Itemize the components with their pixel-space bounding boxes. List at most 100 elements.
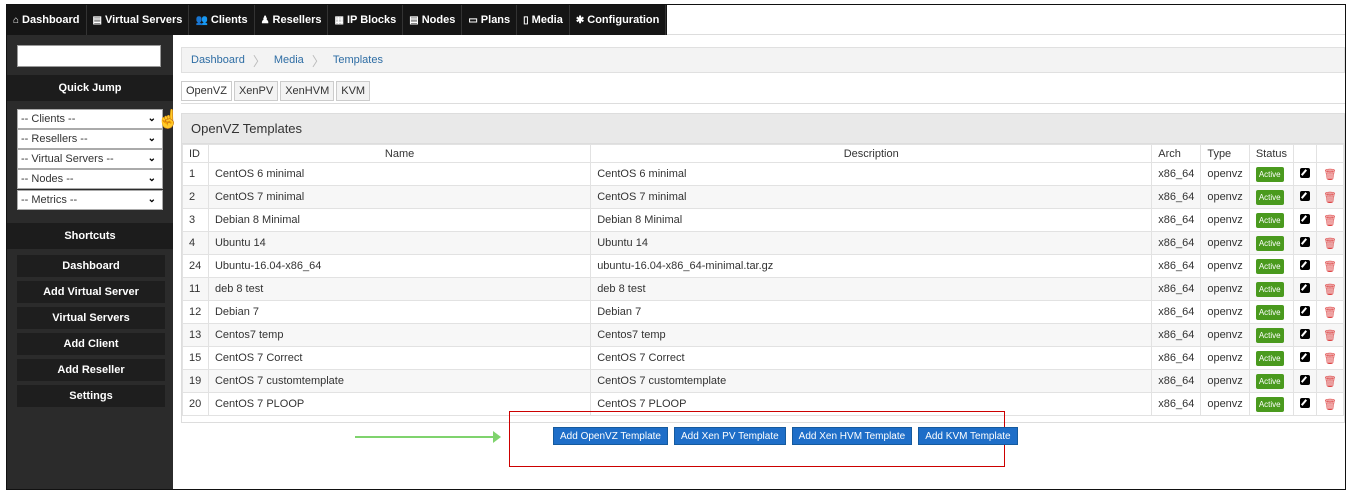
trash-icon[interactable]: 🗑: [1323, 261, 1337, 273]
trash-icon[interactable]: 🗑: [1323, 330, 1337, 342]
nav-plans[interactable]: ▭ Plans: [462, 5, 518, 35]
cell-edit: [1293, 277, 1317, 301]
tab-xenpv[interactable]: XenPV: [233, 81, 279, 101]
edit-icon[interactable]: [1300, 213, 1310, 224]
nav-label: Configuration: [587, 14, 660, 26]
quick-jump-select[interactable]: -- Virtual Servers -- ⌄: [17, 149, 163, 169]
search-input[interactable]: [17, 45, 161, 67]
trash-icon[interactable]: 🗑: [1323, 192, 1337, 204]
table-row: 3 Debian 8 Minimal Debian 8 Minimal x86_64 o…: [182, 208, 1344, 232]
shortcut-add-reseller-button[interactable]: Add Reseller: [17, 359, 165, 381]
nav-resellers[interactable]: ♟ Resellers: [255, 5, 329, 35]
nav-label: Plans: [480, 14, 511, 26]
nav-ip-blocks[interactable]: ▦ IP Blocks: [328, 5, 404, 35]
quick-jump-select[interactable]: -- Clients -- ⌄: [17, 109, 163, 129]
table-row: 11 deb 8 test deb 8 test x86_64 openvz Active…: [182, 277, 1344, 301]
nav-dashboard[interactable]: ⌂ Dashboard: [7, 5, 87, 35]
templates-panel: OpenVZ Templates ID Name Description Arc…: [181, 113, 1345, 423]
nav-configuration[interactable]: ✱ Configuration: [570, 5, 667, 35]
trash-icon[interactable]: 🗑: [1323, 307, 1337, 319]
quick-jump-select[interactable]: -- Nodes -- ⌄: [17, 169, 163, 189]
nav-nodes[interactable]: ▤ Nodes: [403, 5, 463, 35]
nav-media[interactable]: ▯ Media: [517, 5, 570, 35]
trash-icon[interactable]: 🗑: [1323, 399, 1337, 411]
cell-arch: x86_64: [1151, 300, 1202, 324]
breadcrumb-dashboard[interactable]: Dashboard: [191, 54, 245, 66]
edit-icon[interactable]: [1300, 282, 1310, 293]
add-xen-pv-template-button[interactable]: Add Xen PV Template: [674, 427, 786, 445]
shortcut-add-client-button[interactable]: Add Client: [17, 333, 165, 355]
trash-icon[interactable]: 🗑: [1323, 215, 1337, 227]
nav-clients[interactable]: 👥 Clients: [189, 5, 255, 35]
cell-name: Debian 8 Minimal: [207, 208, 592, 232]
table-row: 13 Centos7 temp Centos7 temp x86_64 openvz Ac…: [182, 323, 1344, 347]
cell-description: deb 8 test: [590, 277, 1153, 301]
quick-jump-heading: Quick Jump: [7, 75, 173, 101]
quick-jump-select[interactable]: -- Resellers -- ⌄: [17, 129, 163, 149]
edit-icon[interactable]: [1300, 351, 1310, 362]
cell-name: Centos7 temp: [207, 323, 592, 347]
tab-kvm[interactable]: KVM: [336, 81, 371, 101]
edit-icon[interactable]: [1300, 259, 1310, 270]
cell-arch: x86_64: [1151, 162, 1202, 186]
trash-icon[interactable]: 🗑: [1323, 376, 1337, 388]
tab-divider: [181, 103, 1345, 104]
shortcut-settings-button[interactable]: Settings: [17, 385, 165, 407]
cell-id: 24: [182, 254, 209, 278]
cell-description: ubuntu-16.04-x86_64-minimal.tar.gz: [590, 254, 1153, 278]
shortcut-virtual-servers-button[interactable]: Virtual Servers: [17, 307, 165, 329]
table-row: 2 CentOS 7 minimal CentOS 7 minimal x86_64 o…: [182, 185, 1344, 209]
cell-arch: x86_64: [1151, 185, 1202, 209]
hand-cursor-icon: ☝: [157, 109, 180, 129]
cell-name: CentOS 7 minimal: [207, 185, 592, 209]
shortcut-add-virtual-server-button[interactable]: Add Virtual Server: [17, 281, 165, 303]
tab-openvz[interactable]: OpenVZ: [181, 81, 232, 101]
status-badge: Active: [1255, 166, 1284, 182]
cell-type: openvz: [1200, 323, 1250, 347]
cell-edit: [1293, 162, 1317, 186]
tab-xenhvm[interactable]: XenHVM: [280, 81, 335, 101]
add-openvz-template-button[interactable]: Add OpenVZ Template: [553, 427, 668, 445]
edit-icon[interactable]: [1300, 167, 1310, 178]
quick-jump-select[interactable]: -- Metrics -- ⌄: [17, 190, 163, 210]
grid-icon: ▦: [334, 14, 344, 26]
cell-arch: x86_64: [1151, 231, 1202, 255]
column-header-edit: [1293, 144, 1317, 163]
breadcrumb-media[interactable]: Media: [274, 54, 304, 66]
cell-delete: 🗑: [1316, 162, 1344, 186]
chevron-down-icon: ⌄: [147, 113, 156, 124]
add-xen-hvm-template-button[interactable]: Add Xen HVM Template: [791, 427, 913, 445]
trash-icon[interactable]: 🗑: [1323, 238, 1337, 250]
add-template-buttons: Add OpenVZ Template Add Xen PV Template …: [553, 427, 1024, 445]
pointer-arrow-icon: [355, 436, 495, 438]
cell-delete: 🗑: [1316, 392, 1344, 416]
cell-id: 3: [182, 208, 209, 232]
edit-icon[interactable]: [1300, 374, 1310, 385]
sidebar: Quick Jump -- Clients -- ⌄ -- Resellers --…: [7, 35, 173, 489]
cell-name: CentOS 7 Correct: [207, 346, 592, 370]
status-badge: Active: [1255, 373, 1284, 389]
shortcut-dashboard-button[interactable]: Dashboard: [17, 255, 165, 277]
trash-icon[interactable]: 🗑: [1323, 169, 1337, 181]
chevron-down-icon: ⌄: [147, 173, 156, 184]
nav-virtual-servers[interactable]: ▤ Virtual Servers: [87, 5, 190, 35]
edit-icon[interactable]: [1300, 236, 1310, 247]
trash-icon[interactable]: 🗑: [1323, 284, 1337, 296]
chevron-down-icon: ⌄: [147, 153, 156, 164]
cell-edit: [1293, 208, 1317, 232]
cell-type: openvz: [1200, 208, 1250, 232]
nav-label: Nodes: [421, 14, 456, 26]
breadcrumb-templates[interactable]: Templates: [333, 54, 383, 66]
cell-arch: x86_64: [1151, 277, 1202, 301]
cell-edit: [1293, 323, 1317, 347]
edit-icon[interactable]: [1300, 328, 1310, 339]
template-tabs: OpenVZ XenPV XenHVM KVM: [181, 81, 372, 103]
table-row: 19 CentOS 7 customtemplate CentOS 7 custom…: [182, 369, 1344, 393]
edit-icon[interactable]: [1300, 397, 1310, 408]
trash-icon[interactable]: 🗑: [1323, 353, 1337, 365]
status-badge: Active: [1255, 327, 1284, 343]
edit-icon[interactable]: [1300, 190, 1310, 201]
add-kvm-template-button[interactable]: Add KVM Template: [918, 427, 1018, 445]
status-badge: Active: [1255, 396, 1284, 412]
edit-icon[interactable]: [1300, 305, 1310, 316]
